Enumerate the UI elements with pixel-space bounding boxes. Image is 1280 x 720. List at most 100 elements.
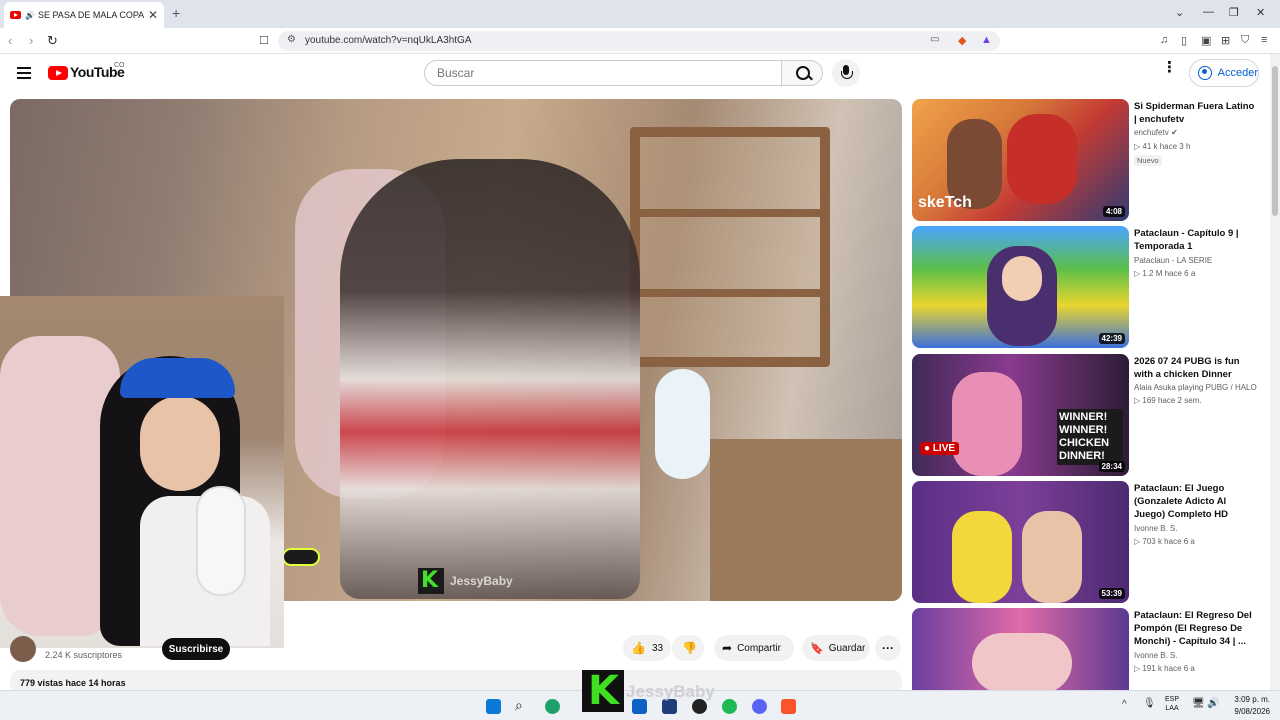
bookmark-save-icon: 🔖 <box>810 642 824 655</box>
clock-time[interactable]: 3:09 p. m. <box>1232 695 1270 704</box>
recommendation-thumbnail[interactable]: 42:39 <box>912 226 1129 348</box>
brave-rewards-icon[interactable]: ▲ <box>981 34 992 46</box>
sketch-thumb-text: skeTch <box>918 194 972 211</box>
recommendation-title[interactable]: Si Spiderman Fuera Latino | enchufetv <box>1134 100 1259 126</box>
kick-logo-icon <box>418 568 444 594</box>
tab-close-icon[interactable]: ✕ <box>148 8 158 22</box>
share-button[interactable]: ➦ Compartir <box>714 635 794 661</box>
minimize-icon[interactable]: — <box>1203 6 1214 18</box>
site-info-icon[interactable]: ⚙ <box>287 34 296 45</box>
cast-icon[interactable]: ▭ <box>930 34 939 45</box>
recommendation-title[interactable]: 2026 07 24 PUBG is fun with a chicken Di… <box>1134 355 1259 381</box>
recommendation-title[interactable]: Pataclaun: El Regreso Del Pompón (El Reg… <box>1134 609 1259 648</box>
hamburger-menu-icon[interactable] <box>17 67 31 79</box>
scrollbar-thumb[interactable] <box>1272 66 1278 216</box>
spotify-icon[interactable] <box>722 699 737 714</box>
recommendation-channel[interactable]: Alaia Asuka playing PUBG / HALO <box>1134 383 1257 392</box>
voice-search-microphone-icon[interactable] <box>832 59 860 87</box>
recommendation-thumbnail[interactable] <box>912 608 1129 690</box>
taskbar-search-icon[interactable]: ⌕ <box>515 697 523 714</box>
extensions-icon[interactable]: ⊞ <box>1221 34 1230 47</box>
verified-icon: ✔ <box>1170 128 1178 137</box>
youtube-masthead: YouTube CO ⋮ Acceder <box>0 54 1270 94</box>
network-icon[interactable]: 🖥 <box>1192 698 1205 709</box>
signin-button[interactable]: Acceder <box>1189 59 1259 87</box>
tab-list-chevron-icon[interactable]: ⌄ <box>1175 6 1184 19</box>
webcam-person-cap <box>120 358 235 398</box>
vpn-icon[interactable]: ⛉ <box>1241 34 1249 47</box>
youtube-logo-icon[interactable] <box>48 66 68 80</box>
like-button[interactable]: 👍 33 <box>623 635 671 661</box>
video-frame-desk <box>710 439 902 601</box>
recommendation-thumbnail[interactable]: skeTch 4:08 <box>912 99 1129 221</box>
dislike-button[interactable]: 👎 <box>672 635 704 661</box>
channel-avatar[interactable] <box>10 636 36 662</box>
maximize-icon[interactable]: ❐ <box>1229 6 1239 19</box>
browser-menu-icon[interactable]: ≡ <box>1261 34 1267 46</box>
recommendation-channel[interactable]: enchufetv ✔ <box>1134 128 1178 137</box>
brave-taskbar-icon[interactable] <box>781 699 796 714</box>
browser-toolbar: ‹ › ↻ ☐ ⚙ youtube.com/watch?v=nqUkLA3htG… <box>0 28 1280 54</box>
new-tab-icon[interactable]: + <box>172 5 180 21</box>
windows-start-icon[interactable] <box>486 699 501 714</box>
window-close-icon[interactable]: ✕ <box>1256 6 1265 19</box>
recommendation-channel[interactable]: Pataclaun - LA SERIE <box>1134 256 1212 265</box>
recommendation-item[interactable]: 42:39 Pataclaun - Capítulo 9 | Temporada… <box>912 226 1262 348</box>
volume-icon[interactable]: 🔊 <box>1207 698 1219 709</box>
clown-group <box>972 633 1072 690</box>
recommendation-channel[interactable]: Ivonne B. S. <box>1134 651 1178 660</box>
recommendation-thumbnail[interactable]: 53:39 <box>912 481 1129 603</box>
wallet-icon[interactable]: ▣ <box>1201 34 1211 47</box>
recommendation-item[interactable]: ● LIVE WINNER! WINNER! CHICKEN DINNER! 2… <box>912 354 1262 476</box>
recommendation-meta: ▷ 169 hace 2 sem. <box>1134 396 1202 405</box>
new-badge: Nuevo <box>1134 155 1162 166</box>
recommendation-item[interactable]: Pataclaun: El Regreso Del Pompón (El Reg… <box>912 608 1262 690</box>
back-icon[interactable]: ‹ <box>8 33 12 48</box>
save-button[interactable]: 🔖 Guardar <box>802 635 870 661</box>
user-icon <box>1198 66 1212 80</box>
recommendation-thumbnail[interactable]: ● LIVE WINNER! WINNER! CHICKEN DINNER! 2… <box>912 354 1129 476</box>
recommendation-channel[interactable]: Ivonne B. S. <box>1134 524 1178 533</box>
clown-figure <box>1022 511 1082 603</box>
page-scrollbar[interactable] <box>1270 54 1280 690</box>
webcam-overlay <box>0 296 284 648</box>
recommendation-item[interactable]: skeTch 4:08 Si Spiderman Fuera Latino | … <box>912 99 1262 221</box>
microphone-tray-icon[interactable]: 🎙 <box>1143 698 1156 709</box>
recommendation-title[interactable]: Pataclaun: El Juego (Gonzalete Adicto Al… <box>1134 482 1259 521</box>
signin-label: Acceder <box>1217 67 1258 79</box>
clock-date[interactable]: 9/08/2026 <box>1222 707 1270 716</box>
more-actions-button[interactable]: ··· <box>875 635 901 661</box>
overlay-watermark-text: JessyBaby <box>626 682 715 701</box>
spiderman-figure <box>1007 114 1077 204</box>
reload-icon[interactable]: ↻ <box>47 33 58 49</box>
media-icon[interactable]: ♫ <box>1160 34 1168 46</box>
input-language[interactable]: ESP LAA <box>1165 695 1179 713</box>
youtube-favicon-icon <box>10 11 21 19</box>
search-input[interactable] <box>424 60 782 86</box>
views-and-date: 779 vistas hace 14 horas <box>20 678 126 688</box>
speaker-icon[interactable]: 🔊 <box>25 11 35 20</box>
subscribe-button[interactable]: Suscribirse <box>162 638 230 660</box>
brave-shield-icon[interactable]: ◆ <box>958 34 966 47</box>
edge-browser-icon[interactable] <box>545 699 560 714</box>
forward-icon[interactable]: › <box>29 33 33 48</box>
recommendation-title[interactable]: Pataclaun - Capítulo 9 | Temporada 1 <box>1134 227 1259 253</box>
search-button[interactable] <box>781 60 823 86</box>
discord-icon[interactable] <box>752 699 767 714</box>
video-watermark-text: JessyBaby <box>450 574 513 588</box>
bookmark-icon[interactable]: ☐ <box>259 34 269 47</box>
url-text: youtube.com/watch?v=nqUkLA3htGA <box>305 35 472 46</box>
thumbs-up-icon: 👍 <box>631 641 646 655</box>
show-hidden-icons-chevron-icon[interactable]: ^ <box>1122 699 1127 710</box>
recommendation-meta: ▷ 41 k hace 3 h <box>1134 142 1191 151</box>
recommendation-item[interactable]: 53:39 Pataclaun: El Juego (Gonzalete Adi… <box>912 481 1262 603</box>
sidebar-icon[interactable]: ▯ <box>1181 34 1187 47</box>
more-options-icon[interactable]: ⋮ <box>1162 60 1177 75</box>
clown-face <box>1002 256 1042 301</box>
recommendation-meta: ▷ 191 k hace 6 a <box>1134 664 1195 673</box>
share-arrow-icon: ➦ <box>722 641 733 655</box>
address-bar[interactable]: ⚙ youtube.com/watch?v=nqUkLA3htGA ▭ <box>278 31 1000 51</box>
video-overlay-badge <box>282 548 320 566</box>
browser-tab[interactable]: 🔊 SE PASA DE MALA COPA Y LL... ✕ <box>4 2 164 28</box>
save-label: Guardar <box>828 642 866 654</box>
